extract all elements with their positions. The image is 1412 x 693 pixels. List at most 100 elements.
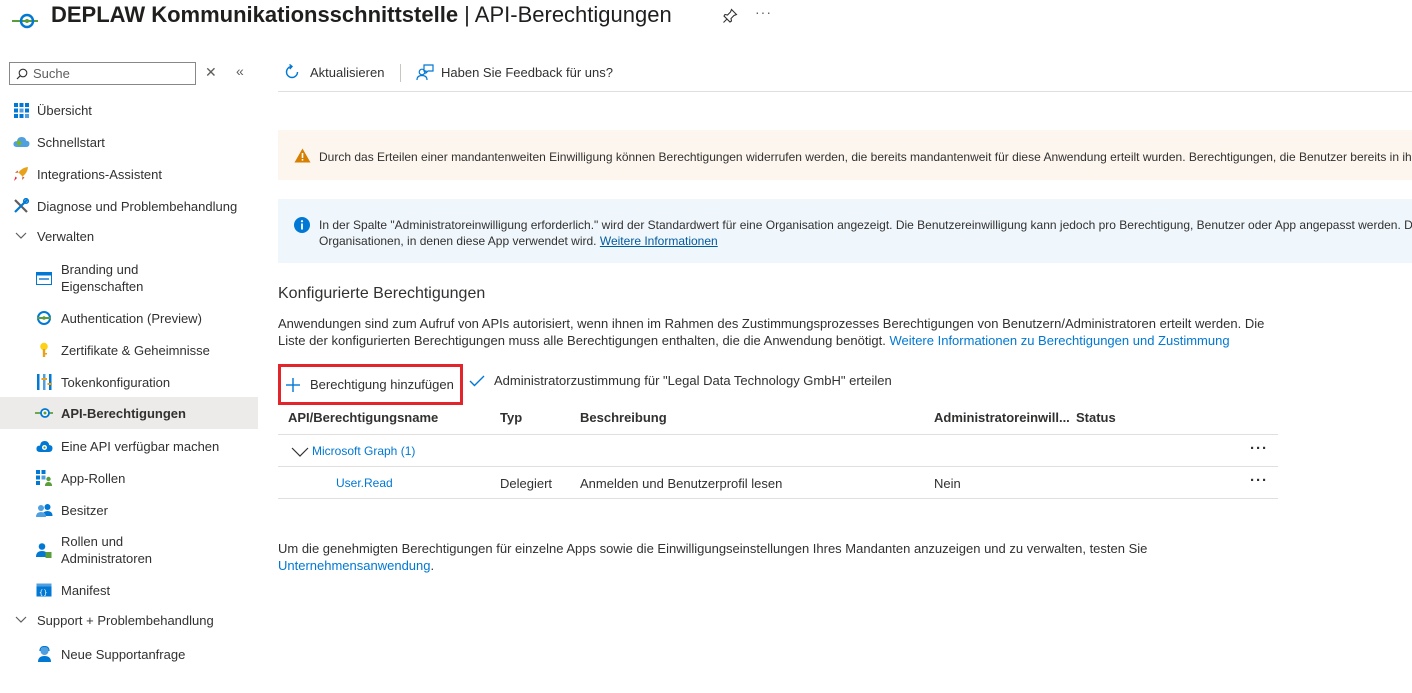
- grid-icon: [12, 101, 30, 119]
- enterprise-apps-suffix: .: [430, 558, 435, 573]
- sidebar-item-manifest[interactable]: {} Manifest: [0, 581, 258, 599]
- sidebar-item-label: Tokenkonfiguration: [61, 374, 171, 390]
- sidebar-item-label: App-Rollen: [61, 470, 126, 486]
- table-divider: [278, 466, 1278, 467]
- sidebar-item-label: Branding und Eigenschaften: [61, 262, 144, 294]
- feedback-button[interactable]: Haben Sie Feedback für uns?: [416, 64, 613, 81]
- plus-icon: [286, 377, 300, 392]
- info-icon: [294, 217, 310, 233]
- rocket-icon: [12, 165, 30, 183]
- manifest-icon: {}: [35, 581, 53, 599]
- refresh-label: Aktualisieren: [310, 64, 385, 80]
- sidebar-item-label: Integrations-Assistent: [37, 166, 163, 182]
- app-name: DEPLAW Kommunikationsschnittstelle: [51, 2, 459, 27]
- row-more-icon[interactable]: ···: [1250, 472, 1268, 489]
- permission-type: Delegiert: [500, 476, 553, 491]
- info-banner: In der Spalte "Administratoreinwilligung…: [278, 199, 1412, 263]
- sidebar-item-api-berechtigungen[interactable]: API-Berechtigungen: [0, 397, 258, 429]
- column-header-type[interactable]: Typ: [500, 402, 522, 434]
- search-input[interactable]: [33, 66, 183, 81]
- column-header-description[interactable]: Beschreibung: [580, 402, 667, 434]
- people-icon: [35, 501, 53, 519]
- sidebar-item-label: Rollen und Administratoren: [61, 534, 153, 566]
- permissions-learn-more-link[interactable]: Weitere Informationen zu Berechtigungen …: [889, 333, 1229, 348]
- warning-banner: Durch das Erteilen einer mandantenweiten…: [278, 130, 1412, 180]
- sidebar-item-rollen-administratoren[interactable]: Rollen und Administratoren: [0, 533, 258, 567]
- api-icon: [35, 404, 53, 422]
- column-header-api-name[interactable]: API/Berechtigungsname: [288, 402, 438, 434]
- sidebar-item-uebersicht[interactable]: Übersicht: [0, 101, 258, 119]
- sidebar-item-app-rollen[interactable]: App-Rollen: [0, 469, 258, 487]
- feedback-label: Haben Sie Feedback für uns?: [441, 65, 613, 80]
- key-icon: [35, 341, 53, 359]
- chevron-down-icon: [12, 227, 30, 245]
- sidebar-item-label: Übersicht: [37, 102, 92, 118]
- sidebar-item-besitzer[interactable]: Besitzer: [0, 501, 258, 519]
- column-header-admin-consent[interactable]: Administratoreinwill...: [934, 402, 1070, 434]
- feedback-icon: [416, 64, 434, 81]
- refresh-button[interactable]: Aktualisieren: [284, 64, 384, 80]
- card-icon: [35, 269, 53, 287]
- sidebar-item-diagnose[interactable]: Diagnose und Problembehandlung: [0, 197, 258, 215]
- pin-icon[interactable]: [722, 8, 738, 24]
- refresh-icon: [285, 64, 299, 79]
- sidebar-item-label: Neue Supportanfrage: [61, 646, 186, 662]
- sidebar-item-label: Support + Problembehandlung: [37, 612, 214, 628]
- sidebar-group-verwalten[interactable]: Verwalten: [0, 227, 258, 245]
- page-header: DEPLAW Kommunikationsschnittstelle | API…: [0, 0, 1412, 40]
- auth-icon: [35, 309, 53, 327]
- app-roles-icon: [35, 469, 53, 487]
- page-title: DEPLAW Kommunikationsschnittstelle | API…: [51, 2, 672, 28]
- section-desc-line1: Anwendungen sind zum Aufruf von APIs aut…: [278, 316, 1265, 331]
- sidebar-item-integrations-assistent[interactable]: Integrations-Assistent: [0, 165, 258, 183]
- sidebar-item-schnellstart[interactable]: Schnellstart: [0, 133, 258, 151]
- sidebar-item-label: Authentication (Preview): [61, 310, 202, 326]
- permission-description: Anmelden und Benutzerprofil lesen: [580, 476, 783, 491]
- info-text-line2: Organisationen, in denen diese App verwe…: [319, 234, 597, 248]
- toolbar-divider: [400, 64, 401, 82]
- table-divider: [278, 498, 1278, 499]
- sidebar-item-label: API-Berechtigungen: [61, 405, 186, 421]
- warning-icon: [294, 148, 311, 163]
- checkmark-icon: [469, 375, 485, 386]
- permission-admin-consent: Nein: [934, 476, 961, 491]
- group-more-icon[interactable]: ···: [1250, 440, 1268, 457]
- sidebar-item-label: Manifest: [61, 582, 111, 598]
- search-icon: [16, 68, 28, 79]
- collapse-sidebar-icon[interactable]: «: [236, 63, 244, 79]
- table-divider: [278, 434, 1278, 435]
- add-permission-button[interactable]: Berechtigung hinzufügen: [278, 364, 463, 405]
- more-options-icon[interactable]: ···: [755, 4, 772, 20]
- bars-icon: [35, 373, 53, 391]
- command-bar: Aktualisieren Haben Sie Feedback für uns…: [278, 62, 1412, 92]
- column-header-status[interactable]: Status: [1076, 402, 1116, 434]
- cloud-icon: [12, 133, 30, 151]
- sidebar-item-neue-supportanfrage[interactable]: Neue Supportanfrage: [0, 645, 258, 663]
- sidebar-item-zertifikate[interactable]: Zertifikate & Geheimnisse: [0, 341, 258, 359]
- group-microsoft-graph-link[interactable]: Microsoft Graph (1): [312, 444, 415, 458]
- enterprise-apps-link[interactable]: Unternehmensanwendung: [278, 558, 431, 573]
- sidebar-item-tokenkonfiguration[interactable]: Tokenkonfiguration: [0, 373, 258, 391]
- svg-text:{}: {}: [39, 589, 47, 597]
- enterprise-apps-text: Um die genehmigten Berechtigungen für ei…: [278, 541, 1148, 556]
- support-person-icon: [35, 645, 53, 663]
- add-permission-label: Berechtigung hinzufügen: [310, 377, 454, 392]
- info-text-line1: In der Spalte "Administratoreinwilligung…: [319, 218, 1412, 232]
- sidebar-item-branding[interactable]: Branding und Eigenschaften: [0, 261, 258, 295]
- sidebar-item-label: Verwalten: [37, 228, 95, 244]
- sidebar-item-label: Schnellstart: [37, 134, 105, 150]
- wrench-icon: [12, 197, 30, 215]
- sidebar-search[interactable]: [9, 62, 196, 85]
- permission-name-link[interactable]: User.Read: [336, 476, 393, 490]
- sidebar-group-support[interactable]: Support + Problembehandlung: [0, 611, 258, 629]
- section-description: Anwendungen sind zum Aufruf von APIs aut…: [278, 315, 1278, 349]
- title-separator: |: [458, 2, 475, 27]
- sidebar-item-authentication[interactable]: Authentication (Preview): [0, 309, 258, 327]
- sidebar-item-label: Diagnose und Problembehandlung: [37, 198, 238, 214]
- sidebar-item-api-verfuegbar[interactable]: Eine API verfügbar machen: [0, 437, 258, 455]
- chevron-down-icon[interactable]: [291, 447, 309, 457]
- info-learn-more-link[interactable]: Weitere Informationen: [600, 234, 718, 248]
- grant-admin-consent-button[interactable]: Administratorzustimmung für "Legal Data …: [469, 373, 892, 388]
- clear-search-icon[interactable]: ✕: [205, 64, 217, 81]
- enterprise-apps-note: Um die genehmigten Berechtigungen für ei…: [278, 540, 1178, 574]
